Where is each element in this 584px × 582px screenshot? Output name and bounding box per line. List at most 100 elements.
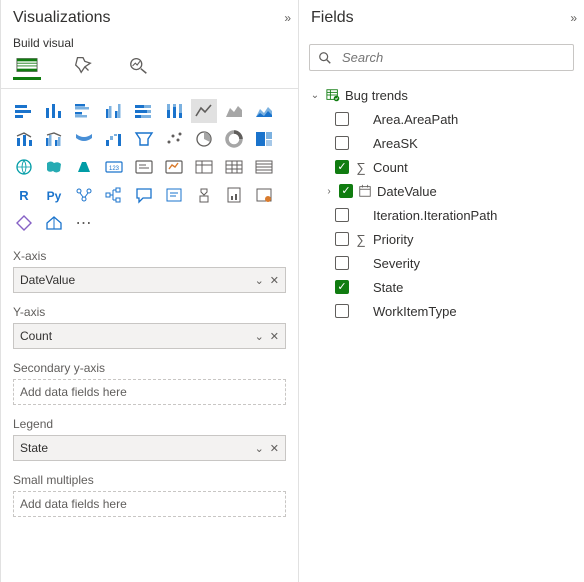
viz-donut[interactable] — [221, 127, 247, 151]
format-visual-tab[interactable] — [69, 56, 97, 80]
yaxis-dropdown-icon[interactable]: ⌄ — [255, 330, 264, 343]
viz-100-stacked-bar[interactable] — [131, 99, 157, 123]
field-count[interactable]: ✓ ∑ Count — [303, 155, 580, 179]
checkbox[interactable]: ✓ — [335, 280, 349, 294]
visualizations-pane: Visualizations » Build visual — [0, 0, 298, 582]
secondary-yaxis-placeholder: Add data fields here — [20, 385, 127, 399]
viz-waterfall[interactable] — [101, 127, 127, 151]
svg-text:Py: Py — [47, 189, 62, 203]
fields-search[interactable] — [309, 44, 574, 71]
viz-line-clustered-column[interactable] — [41, 127, 67, 151]
fields-search-input[interactable] — [340, 49, 565, 66]
yaxis-label: Y-axis — [13, 305, 286, 319]
xaxis-dropdown-icon[interactable]: ⌄ — [255, 274, 264, 287]
viz-stacked-column[interactable] — [41, 99, 67, 123]
viz-scatter[interactable] — [161, 127, 187, 151]
svg-text:123: 123 — [109, 166, 120, 172]
viz-card[interactable] — [131, 155, 157, 179]
viz-matrix[interactable] — [221, 155, 247, 179]
fields-title: Fields — [311, 9, 354, 27]
viz-python-visual[interactable]: Py — [41, 183, 67, 207]
viz-line-chart[interactable] — [191, 99, 217, 123]
sigma-icon: ∑ — [353, 232, 369, 247]
yaxis-well[interactable]: Count ⌄ ✕ — [13, 323, 286, 349]
viz-multi-row-card[interactable] — [161, 155, 187, 179]
calendar-icon — [357, 184, 373, 198]
viz-arcgis[interactable] — [41, 211, 67, 235]
xaxis-value: DateValue — [20, 273, 75, 287]
small-multiples-well[interactable]: Add data fields here — [13, 491, 286, 517]
field-iteration-iterationpath[interactable]: Iteration.IterationPath — [303, 203, 580, 227]
fields-pane: Fields » ⌄ Bug trends Area.AreaPath — [298, 0, 584, 582]
field-datevalue[interactable]: › ✓ DateValue — [303, 179, 580, 203]
collapse-fields-icon[interactable]: » — [570, 11, 574, 25]
checkbox[interactable] — [335, 112, 349, 126]
viz-power-automate[interactable] — [11, 211, 37, 235]
checkbox[interactable] — [335, 256, 349, 270]
legend-value: State — [20, 441, 48, 455]
viz-clustered-column[interactable] — [101, 99, 127, 123]
viz-smart-narrative[interactable] — [161, 183, 187, 207]
build-visual-label: Build visual — [1, 36, 298, 54]
viz-decomposition-tree[interactable] — [101, 183, 127, 207]
viz-r-visual[interactable]: R — [11, 183, 37, 207]
secondary-yaxis-label: Secondary y-axis — [13, 361, 286, 375]
checkbox[interactable] — [335, 208, 349, 222]
viz-map[interactable] — [11, 155, 37, 179]
viz-area-chart[interactable] — [221, 99, 247, 123]
viz-key-influencers[interactable] — [71, 183, 97, 207]
viz-100-stacked-column[interactable] — [161, 99, 187, 123]
checkbox[interactable] — [335, 136, 349, 150]
build-visual-tab[interactable] — [13, 56, 41, 80]
viz-power-apps[interactable] — [251, 183, 277, 207]
field-severity[interactable]: Severity — [303, 251, 580, 275]
checkbox[interactable]: ✓ — [339, 184, 353, 198]
svg-text:R: R — [19, 188, 29, 203]
visualizations-title: Visualizations — [13, 9, 111, 27]
expand-datevalue-icon[interactable]: › — [323, 186, 335, 197]
secondary-yaxis-well[interactable]: Add data fields here — [13, 379, 286, 405]
field-area-areapath[interactable]: Area.AreaPath — [303, 107, 580, 131]
checkbox[interactable] — [335, 304, 349, 318]
visual-tabs — [1, 54, 298, 89]
collapse-visualizations-icon[interactable]: » — [284, 11, 288, 25]
checkbox[interactable] — [335, 232, 349, 246]
legend-label: Legend — [13, 417, 286, 431]
table-bug-trends[interactable]: ⌄ Bug trends — [303, 83, 580, 107]
xaxis-remove-icon[interactable]: ✕ — [270, 274, 279, 287]
viz-stacked-area[interactable] — [251, 99, 277, 123]
field-workitemtype[interactable]: WorkItemType — [303, 299, 580, 323]
legend-remove-icon[interactable]: ✕ — [270, 442, 279, 455]
viz-stacked-bar[interactable] — [11, 99, 37, 123]
field-areask[interactable]: AreaSK — [303, 131, 580, 155]
viz-table[interactable] — [251, 155, 277, 179]
field-state[interactable]: ✓ State — [303, 275, 580, 299]
viz-line-stacked-column[interactable] — [11, 127, 37, 151]
viz-funnel[interactable] — [131, 127, 157, 151]
viz-azure-map[interactable] — [71, 155, 97, 179]
legend-dropdown-icon[interactable]: ⌄ — [255, 442, 264, 455]
viz-clustered-bar[interactable] — [71, 99, 97, 123]
checkbox[interactable]: ✓ — [335, 160, 349, 174]
field-priority[interactable]: ∑ Priority — [303, 227, 580, 251]
field-wells: X-axis DateValue ⌄ ✕ Y-axis Count ⌄ ✕ — [1, 241, 298, 582]
small-multiples-label: Small multiples — [13, 473, 286, 487]
viz-kpi[interactable] — [191, 155, 217, 179]
analytics-tab[interactable] — [125, 56, 153, 80]
viz-qa[interactable] — [131, 183, 157, 207]
legend-well[interactable]: State ⌄ ✕ — [13, 435, 286, 461]
xaxis-well[interactable]: DateValue ⌄ ✕ — [13, 267, 286, 293]
expand-table-icon[interactable]: ⌄ — [309, 90, 321, 101]
viz-paginated-report[interactable] — [221, 183, 247, 207]
sigma-icon: ∑ — [353, 160, 369, 175]
small-multiples-placeholder: Add data fields here — [20, 497, 127, 511]
viz-more[interactable]: ⋯ — [71, 211, 97, 235]
yaxis-remove-icon[interactable]: ✕ — [270, 330, 279, 343]
viz-gauge[interactable]: 123 — [101, 155, 127, 179]
table-label: Bug trends — [345, 88, 574, 103]
viz-pie[interactable] — [191, 127, 217, 151]
viz-filled-map[interactable] — [41, 155, 67, 179]
viz-treemap[interactable] — [251, 127, 277, 151]
viz-goals[interactable] — [191, 183, 217, 207]
viz-ribbon[interactable] — [71, 127, 97, 151]
